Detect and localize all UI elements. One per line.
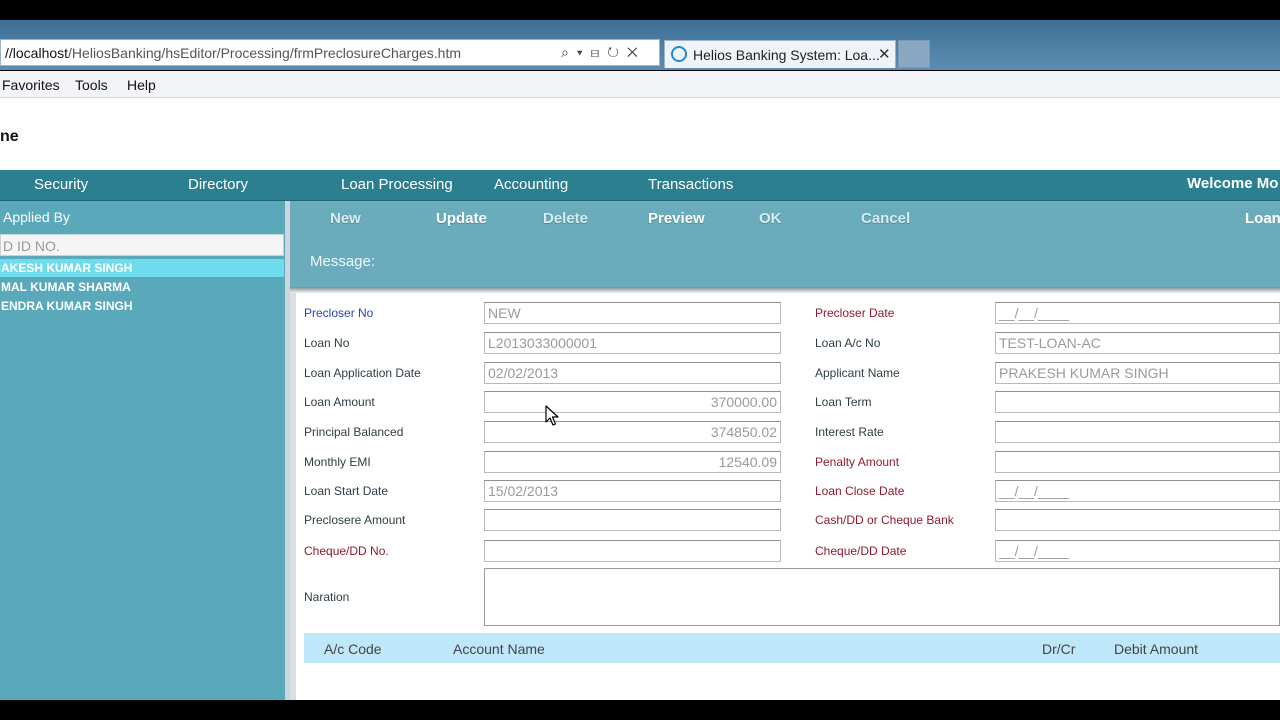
main-navbar: Security Directory Loan Processing Accou… xyxy=(0,170,1280,201)
accounts-grid-header: A/c Code Account Name Dr/Cr Debit Amount xyxy=(304,633,1280,663)
nav-security[interactable]: Security xyxy=(34,176,88,193)
loan-label: Loan xyxy=(1245,210,1280,227)
loan-no-label: Loan No xyxy=(304,336,350,350)
ok-button[interactable]: OK xyxy=(759,210,782,227)
monthly-emi-label: Monthly EMI xyxy=(304,455,371,469)
monthly-emi-field[interactable]: 12540.09 xyxy=(484,451,781,473)
list-item[interactable]: ENDRA KUMAR SINGH xyxy=(0,297,284,315)
form-toolbar: New Update Delete Preview OK Cancel Loan… xyxy=(290,201,1280,287)
cheque-dd-date-field[interactable]: __/__/____ xyxy=(995,540,1280,562)
address-bar[interactable]: //localhost/HeliosBanking/hsEditor/Proce… xyxy=(0,39,660,66)
interest-rate-field[interactable] xyxy=(995,421,1280,443)
col-account-name: Account Name xyxy=(453,641,545,657)
principal-balanced-label: Principal Balanced xyxy=(304,425,404,439)
interest-rate-label: Interest Rate xyxy=(815,425,884,439)
welcome-text: Welcome Mo xyxy=(1187,175,1279,192)
cheque-dd-date-label: Cheque/DD Date xyxy=(815,544,907,558)
applicant-name-field[interactable]: PRAKESH KUMAR SINGH xyxy=(995,362,1280,384)
close-tab-icon[interactable]: ✕ xyxy=(878,45,891,63)
mouse-cursor-icon xyxy=(545,405,559,426)
loan-ac-no-label: Loan A/c No xyxy=(815,336,881,350)
address-bar-icons[interactable]: ⌕ ▾ ⊟ ↻ ✕ xyxy=(561,44,640,61)
list-item-label: AKESH KUMAR SINGH xyxy=(1,261,133,275)
loan-ac-no-field[interactable]: TEST-LOAN-AC xyxy=(995,332,1280,354)
browser-tab[interactable]: Helios Banking System: Loa... ✕ xyxy=(664,40,896,68)
loan-term-label: Loan Term xyxy=(815,395,872,409)
cash-dd-cheque-bank-label: Cash/DD or Cheque Bank xyxy=(815,513,954,527)
naration-textarea[interactable] xyxy=(484,568,1280,626)
page-title: ne xyxy=(0,128,19,145)
screen-bottom-border xyxy=(0,700,1280,720)
naration-label: Naration xyxy=(304,590,350,604)
loan-application-date-label: Loan Application Date xyxy=(304,366,421,380)
precloser-date-field[interactable]: __/__/____ xyxy=(995,302,1280,324)
list-item[interactable]: MAL KUMAR SHARMA xyxy=(0,278,284,296)
menu-favorites[interactable]: Favorites xyxy=(2,77,60,93)
cash-dd-cheque-bank-field[interactable] xyxy=(995,509,1280,531)
cancel-button[interactable]: Cancel xyxy=(861,210,910,227)
loan-close-date-field[interactable]: __/__/____ xyxy=(995,480,1280,502)
cheque-dd-no-label: Cheque/DD No. xyxy=(304,544,389,558)
loan-no-field[interactable]: L2013033000001 xyxy=(484,332,781,354)
loan-amount-label: Loan Amount xyxy=(304,395,375,409)
preclosere-amount-label: Preclosere Amount xyxy=(304,513,406,527)
cheque-dd-no-field[interactable] xyxy=(484,540,781,562)
nav-loan-processing[interactable]: Loan Processing xyxy=(341,176,453,193)
new-button[interactable]: New xyxy=(330,210,361,227)
browser-menubar: Favorites Tools Help xyxy=(0,71,1280,98)
message-label: Message: xyxy=(310,253,376,270)
applicant-list-panel: Applied By D ID NO. AKESH KUMAR SINGH MA… xyxy=(0,201,285,700)
list-item-label: ENDRA KUMAR SINGH xyxy=(1,299,133,313)
nav-accounting[interactable]: Accounting xyxy=(494,176,568,193)
penalty-amount-label: Penalty Amount xyxy=(815,455,900,469)
list-item[interactable]: AKESH KUMAR SINGH xyxy=(0,259,284,277)
loan-start-date-field[interactable]: 15/02/2013 xyxy=(484,480,781,502)
menu-tools[interactable]: Tools xyxy=(75,77,108,93)
id-search-placeholder: D ID NO. xyxy=(3,238,60,254)
col-dr-cr: Dr/Cr xyxy=(1042,641,1076,657)
col-debit-amount: Debit Amount xyxy=(1114,641,1199,657)
preview-button[interactable]: Preview xyxy=(648,210,705,227)
tab-title: Helios Banking System: Loa... xyxy=(693,47,880,63)
precloser-no-label: Precloser No xyxy=(304,306,374,320)
panel-header: Applied By xyxy=(3,209,70,225)
loan-start-date-label: Loan Start Date xyxy=(304,484,389,498)
precloser-no-field[interactable]: NEW xyxy=(484,302,781,324)
col-ac-code: A/c Code xyxy=(324,641,382,657)
new-tab-button[interactable] xyxy=(898,40,930,68)
loan-close-date-label: Loan Close Date xyxy=(815,484,905,498)
nav-directory[interactable]: Directory xyxy=(188,176,248,193)
address-url[interactable]: //localhost/HeliosBanking/hsEditor/Proce… xyxy=(5,45,461,61)
ie-icon xyxy=(671,46,687,62)
delete-button[interactable]: Delete xyxy=(543,210,588,227)
applicant-name-label: Applicant Name xyxy=(815,366,900,380)
preclosere-amount-field[interactable] xyxy=(484,509,781,531)
menu-help[interactable]: Help xyxy=(127,77,156,93)
loan-amount-field[interactable]: 370000.00 xyxy=(484,391,781,413)
id-search-input[interactable]: D ID NO. xyxy=(0,234,284,256)
page-header xyxy=(0,98,1280,170)
precloser-date-label: Precloser Date xyxy=(815,306,895,320)
loan-application-date-field[interactable]: 02/02/2013 xyxy=(484,362,781,384)
update-button[interactable]: Update xyxy=(436,210,487,227)
loan-term-field[interactable] xyxy=(995,391,1280,413)
penalty-amount-field[interactable] xyxy=(995,451,1280,473)
list-item-label: MAL KUMAR SHARMA xyxy=(1,280,131,294)
nav-transactions[interactable]: Transactions xyxy=(648,176,733,193)
principal-balanced-field[interactable]: 374850.02 xyxy=(484,421,781,443)
screen-top-border xyxy=(0,0,1280,20)
